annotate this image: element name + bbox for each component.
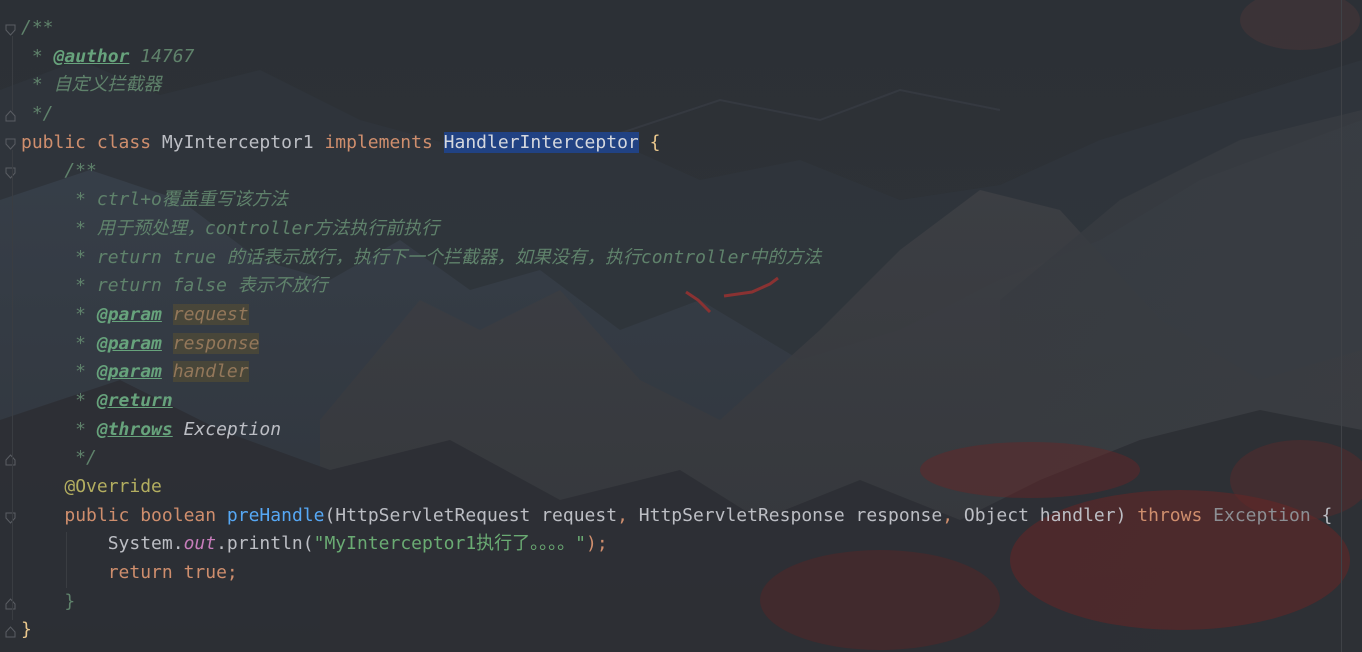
javadoc-tag: @param xyxy=(96,332,162,354)
code-token: return xyxy=(107,562,184,584)
code-token: /** xyxy=(21,17,54,38)
code-token: handler xyxy=(172,361,249,383)
code-token: request xyxy=(172,303,249,325)
code-line[interactable]: } xyxy=(0,616,1332,645)
code-token: .println( xyxy=(216,533,314,555)
code-line[interactable]: public class MyInterceptor1 implements H… xyxy=(0,129,1332,158)
code-token: class xyxy=(96,131,162,153)
javadoc-tag: @param xyxy=(96,303,162,325)
code-token: * return xyxy=(21,275,173,297)
code-token: 14767 xyxy=(129,45,195,67)
code-line[interactable]: /** xyxy=(0,14,1332,43)
code-token: } xyxy=(21,590,76,612)
code-line[interactable]: * return true 的话表示放行，执行下一个拦截器，如果没有，执行con… xyxy=(0,244,1332,273)
code-line[interactable]: */ xyxy=(0,444,1332,473)
code-line[interactable]: * return false 表示不放行 xyxy=(0,272,1332,301)
code-token: Exception xyxy=(1213,504,1322,526)
javadoc-tag: @author xyxy=(53,45,130,67)
code-token: } xyxy=(21,619,32,641)
code-line[interactable]: * @return xyxy=(0,387,1332,416)
code-token: * 自定义拦截器 xyxy=(21,74,162,96)
code-token: { xyxy=(649,131,661,153)
code-line[interactable]: */ xyxy=(0,100,1332,129)
code-token: , xyxy=(942,504,964,526)
code-token: * ctrl+o覆盖重写该方法 xyxy=(21,189,288,211)
code-line[interactable]: public boolean preHandle(HttpServletRequ… xyxy=(0,502,1332,531)
code-token: false xyxy=(172,275,227,297)
code-lines[interactable]: /** * @author 14767 * 自定义拦截器 */ public cl… xyxy=(0,14,1332,645)
code-token: public xyxy=(64,504,141,526)
code-token: 表示不放行 xyxy=(226,275,328,297)
code-token: * xyxy=(21,303,97,325)
code-token: (HttpServletRequest request xyxy=(324,504,618,526)
code-line[interactable]: return true; xyxy=(0,559,1332,588)
code-token: implements xyxy=(324,131,444,153)
code-token: * xyxy=(21,332,97,354)
code-token: * xyxy=(21,389,97,411)
code-token: Object handler) xyxy=(963,504,1138,526)
javadoc-tag: @param xyxy=(96,361,162,383)
code-token: boolean xyxy=(140,504,227,526)
code-token: out xyxy=(183,533,217,555)
code-token: response xyxy=(172,332,260,354)
code-token: MyInterceptor1 xyxy=(161,131,325,153)
code-line[interactable]: } xyxy=(0,588,1332,617)
code-token: throws xyxy=(1137,504,1214,526)
code-token: */ xyxy=(21,103,54,125)
code-token: * xyxy=(21,361,97,383)
code-token: ; xyxy=(226,562,238,584)
code-token: * 用于预处理，controller方法执行前执行 xyxy=(21,217,440,239)
code-line[interactable]: * 自定义拦截器 xyxy=(0,71,1332,100)
code-line[interactable]: * @param request xyxy=(0,301,1332,330)
right-margin-guide xyxy=(1341,0,1342,652)
code-editor[interactable]: /** * @author 14767 * 自定义拦截器 */ public cl… xyxy=(0,0,1362,652)
code-line[interactable]: @Override xyxy=(0,473,1332,502)
javadoc-tag: @return xyxy=(96,389,173,411)
code-token: * xyxy=(21,418,97,440)
code-line[interactable]: * @throws Exception xyxy=(0,416,1332,445)
string-literal: "MyInterceptor1执行了。。。。" xyxy=(313,533,587,555)
code-token: HttpServletResponse response xyxy=(638,504,943,526)
code-token: preHandle xyxy=(226,504,325,526)
code-line[interactable]: * @author 14767 xyxy=(0,43,1332,72)
code-token: , xyxy=(617,504,639,526)
code-token: /** xyxy=(21,160,97,182)
code-token: @Override xyxy=(64,476,162,497)
code-line[interactable]: /** xyxy=(0,157,1332,186)
code-token: */ xyxy=(21,447,97,469)
code-token: System. xyxy=(21,533,184,555)
code-token: ); xyxy=(586,533,608,555)
code-token: true xyxy=(183,562,227,584)
code-token: { xyxy=(1321,504,1333,526)
code-token: Exception xyxy=(183,418,282,440)
code-line[interactable]: System.out.println("MyInterceptor1执行了。。。… xyxy=(0,530,1332,559)
code-line[interactable]: * @param response xyxy=(0,330,1332,359)
code-line[interactable]: * @param handler xyxy=(0,358,1332,387)
code-line[interactable]: * ctrl+o覆盖重写该方法 xyxy=(0,186,1332,215)
code-token: * return true 的话表示放行，执行下一个拦截器，如果没有，执行con… xyxy=(21,246,822,268)
code-line[interactable]: * 用于预处理，controller方法执行前执行 xyxy=(0,215,1332,244)
code-token: public xyxy=(21,131,97,153)
javadoc-tag: @throws xyxy=(96,418,173,440)
code-token: HandlerInterceptor xyxy=(443,131,639,153)
code-token: * xyxy=(21,45,54,67)
